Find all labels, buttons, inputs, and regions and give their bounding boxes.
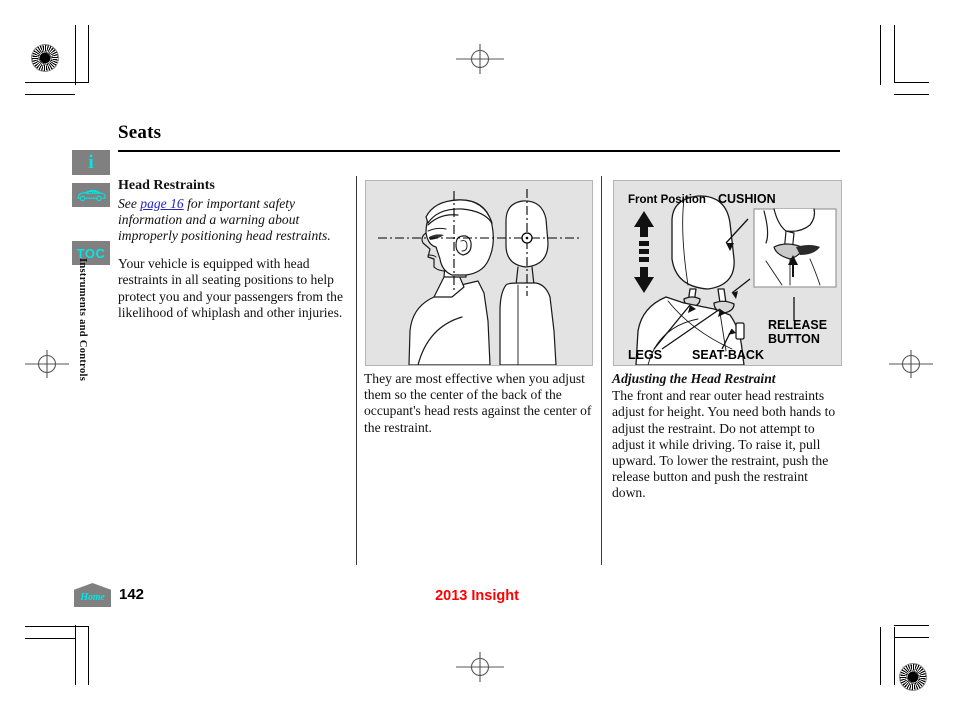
occupant-profile-drawing (378, 189, 582, 365)
manual-page: i TOC Instruments and Controls Seats Hea… (0, 0, 954, 710)
head-restraint-parts-drawing: Front Position CUSHION RELEASE BUTTON LE… (628, 192, 837, 365)
reference-line: See page 16 for important safety informa… (118, 196, 344, 245)
adjusting-paragraph: The front and rear outer head restraints… (612, 388, 836, 501)
crop-mark-bottom-left-v (75, 625, 76, 685)
registration-mark-top-left (31, 44, 59, 72)
registration-crosshair-bottom (456, 652, 504, 682)
section-side-tab: Instruments and Controls (77, 258, 88, 382)
document-title: 2013 Insight (435, 588, 519, 604)
head-restraints-paragraph: Your vehicle is equipped with head restr… (118, 256, 343, 320)
label-front-position: Front Position (628, 194, 706, 206)
crop-mark-bottom-left-h2 (25, 638, 75, 639)
crop-mark-top-right-h (894, 82, 929, 83)
car-icon (77, 190, 106, 202)
crop-mark-top-left-h (25, 82, 89, 83)
adjust-arrow (634, 211, 654, 293)
crop-mark-top-left-h2 (25, 94, 75, 95)
registration-mark-bottom-right (899, 663, 927, 691)
head-restraint-position-illustration (365, 180, 593, 366)
column-divider-2 (601, 176, 602, 565)
crop-mark-bottom-left-inner-v (88, 627, 89, 685)
head-restraints-heading: Head Restraints (118, 178, 215, 193)
info-icon: i (88, 152, 94, 173)
crop-mark-top-left-v (75, 25, 76, 85)
crop-mark-bottom-right-v (880, 627, 881, 685)
crop-mark-top-right-v (880, 25, 881, 85)
registration-crosshair-top (456, 44, 504, 74)
sidebar-item-vehicle[interactable] (72, 183, 110, 207)
label-legs: LEGS (628, 348, 662, 362)
registration-crosshair-left (25, 350, 69, 378)
label-release-1: RELEASE (768, 318, 827, 332)
crop-mark-top-right-inner-v (894, 25, 895, 83)
title-divider (118, 150, 840, 152)
column-divider-1 (356, 176, 357, 565)
crop-mark-bottom-right-h (894, 637, 929, 638)
crop-mark-top-left-inner-v (88, 25, 89, 83)
head-restraint-parts-illustration: Front Position CUSHION RELEASE BUTTON LE… (613, 180, 842, 366)
crop-mark-bottom-right-h2 (894, 625, 929, 626)
label-seat-back: SEAT-BACK (692, 348, 764, 362)
crop-mark-top-right-h2 (894, 94, 929, 95)
column-one: Head Restraints See page 16 for importan… (118, 178, 344, 321)
label-cushion: CUSHION (718, 192, 776, 206)
sidebar-nav: i TOC (72, 150, 112, 273)
adjusting-heading: Adjusting the Head Restraint (612, 371, 776, 386)
registration-crosshair-right (889, 350, 933, 378)
sidebar-item-info[interactable]: i (72, 150, 110, 175)
reference-prefix: See (118, 195, 141, 211)
column-three: Adjusting the Head Restraint The front a… (612, 371, 844, 501)
page-title: Seats (118, 122, 162, 143)
crop-mark-bottom-left-h (25, 626, 89, 627)
column-two: They are most effective when you adjust … (364, 371, 594, 436)
page-16-link[interactable]: page 16 (140, 196, 183, 211)
label-release-2: BUTTON (768, 332, 820, 346)
crop-mark-bottom-right-inner-v (894, 627, 895, 685)
figure-caption: They are most effective when you adjust … (364, 371, 592, 435)
